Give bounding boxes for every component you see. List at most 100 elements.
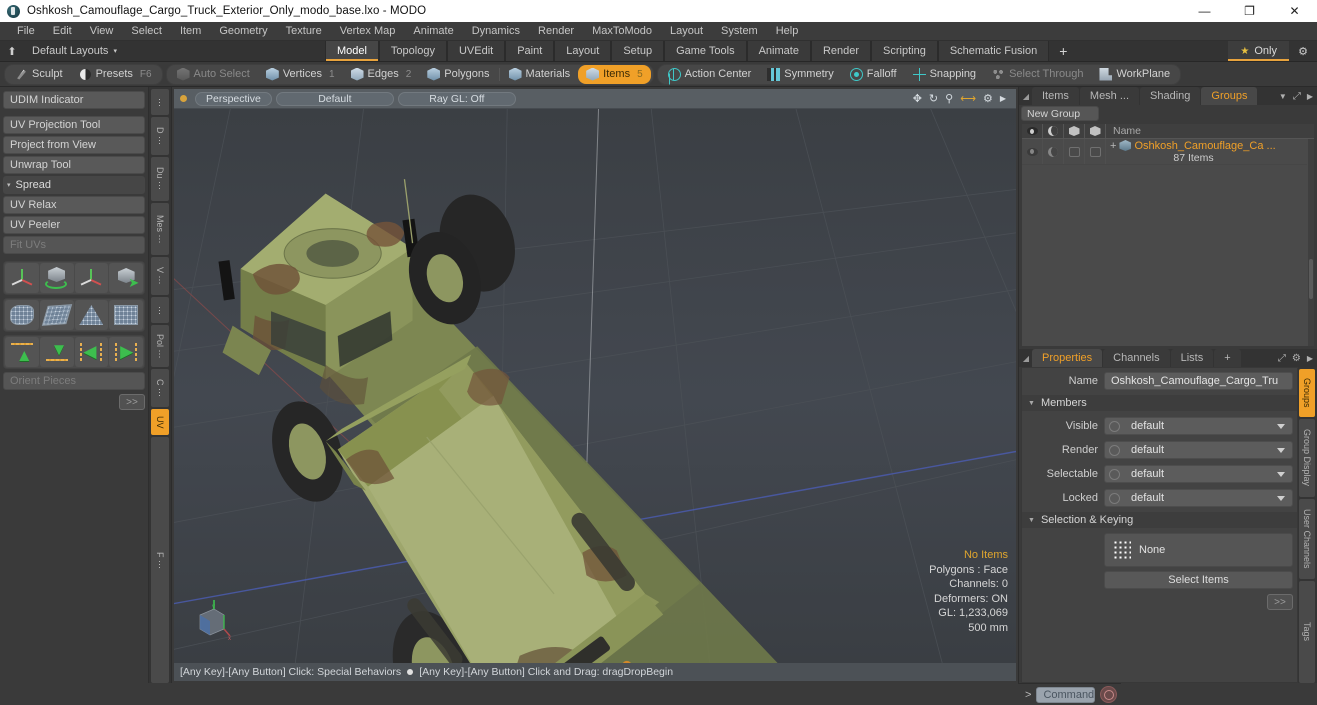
- uv-projection-tool-button[interactable]: UV Projection Tool: [3, 116, 145, 134]
- pan-icon[interactable]: ✥: [913, 92, 922, 105]
- selection-keying-section-header[interactable]: ▼ Selection & Keying: [1022, 512, 1297, 528]
- right-vtab-groups[interactable]: Groups: [1299, 369, 1315, 417]
- orient-pieces-button[interactable]: Orient Pieces: [3, 372, 145, 390]
- chevron-right-icon[interactable]: ▶: [1000, 94, 1006, 103]
- group-list-scrollbar[interactable]: [1307, 139, 1314, 346]
- menu-item-dynamics[interactable]: Dynamics: [463, 22, 529, 41]
- menu-item-animate[interactable]: Animate: [404, 22, 462, 41]
- menu-item-layout[interactable]: Layout: [661, 22, 712, 41]
- row-visible-toggle[interactable]: [1022, 139, 1043, 164]
- zoom-icon[interactable]: ⚲: [945, 92, 953, 105]
- upload-icon[interactable]: ⬆: [0, 41, 24, 61]
- tab-properties[interactable]: Properties: [1032, 349, 1103, 367]
- left-panel-expand-button[interactable]: >>: [119, 394, 145, 410]
- materials-button[interactable]: Materials: [501, 65, 579, 84]
- vertices-button[interactable]: Vertices 1: [258, 65, 343, 84]
- panel-corner-icon[interactable]: ◢: [1021, 349, 1031, 367]
- uv-align-up-icon[interactable]: ▲: [5, 337, 39, 367]
- fit-icon[interactable]: ⟷: [960, 92, 976, 105]
- presets-button[interactable]: Presets F6: [71, 65, 160, 84]
- layout-tab-scripting[interactable]: Scripting: [871, 41, 938, 61]
- menu-item-select[interactable]: Select: [122, 22, 171, 41]
- snapping-button[interactable]: Snapping: [905, 65, 985, 84]
- uv-peeler-button[interactable]: UV Peeler: [3, 216, 145, 234]
- uv-move-icon[interactable]: [74, 263, 109, 293]
- fit-uvs-button[interactable]: Fit UVs: [3, 236, 145, 254]
- tab-shading[interactable]: Shading: [1140, 87, 1201, 105]
- row-wireframe-toggle[interactable]: [1064, 139, 1085, 164]
- action-center-button[interactable]: Action Center: [660, 65, 760, 84]
- menu-item-help[interactable]: Help: [767, 22, 808, 41]
- tab-mesh[interactable]: Mesh ...: [1079, 87, 1140, 105]
- uv-transform-icon[interactable]: [5, 263, 39, 293]
- view-mode-dropdown[interactable]: Perspective: [195, 91, 272, 106]
- tab-channels[interactable]: Channels: [1103, 349, 1170, 367]
- add-layout-button[interactable]: +: [1049, 41, 1077, 61]
- selection-none-field[interactable]: None: [1104, 533, 1293, 567]
- left-vtab-mesh[interactable]: Mes ⋯: [151, 203, 169, 255]
- uv-align-down-icon[interactable]: ▼: [39, 337, 74, 367]
- polygons-button[interactable]: Polygons: [419, 65, 497, 84]
- chevron-right-icon[interactable]: ▶: [1307, 92, 1313, 101]
- right-vtab-tags[interactable]: Tags: [1299, 581, 1315, 683]
- menu-item-texture[interactable]: Texture: [277, 22, 331, 41]
- left-vtab-curve[interactable]: C ⋯: [151, 369, 169, 407]
- right-vtab-group-display[interactable]: Group Display: [1299, 419, 1315, 497]
- spread-section-header[interactable]: ▾ Spread: [3, 176, 145, 194]
- right-vtab-user-channels[interactable]: User Channels: [1299, 499, 1315, 579]
- layout-tab-schematic-fusion[interactable]: Schematic Fusion: [937, 41, 1050, 61]
- panel-corner-icon[interactable]: ◢: [1021, 87, 1031, 105]
- uv-align-left-icon[interactable]: ◀: [74, 337, 109, 367]
- locked-dropdown[interactable]: default: [1104, 489, 1293, 507]
- layout-tab-uvedit[interactable]: UVEdit: [446, 41, 506, 61]
- edges-button[interactable]: Edges 2: [343, 65, 420, 84]
- uv-flip-icon[interactable]: ➤: [109, 263, 143, 293]
- shading-mode-dropdown[interactable]: Default: [275, 91, 394, 106]
- left-vtab-deform[interactable]: D ⋯: [151, 117, 169, 155]
- uv-relax-mesh-icon[interactable]: [5, 300, 39, 330]
- raygl-toggle[interactable]: Ray GL: Off: [397, 91, 516, 106]
- 3d-viewport-canvas[interactable]: No Items Polygons : Face Channels: 0 Def…: [174, 109, 1016, 663]
- only-toggle-button[interactable]: ★ Only: [1228, 41, 1289, 61]
- items-button[interactable]: Items 5: [578, 64, 651, 84]
- tab-add-properties[interactable]: +: [1214, 349, 1241, 367]
- column-visible[interactable]: [1022, 124, 1043, 138]
- tab-groups[interactable]: Groups: [1201, 87, 1258, 105]
- members-section-header[interactable]: ▼ Members: [1022, 395, 1297, 411]
- workplane-button[interactable]: WorkPlane: [1091, 65, 1178, 84]
- selectable-dropdown[interactable]: default: [1104, 465, 1293, 483]
- uv-align-right-icon[interactable]: ▶: [109, 337, 143, 367]
- left-vtab-duplicate[interactable]: Du ⋯: [151, 157, 169, 201]
- menu-item-geometry[interactable]: Geometry: [210, 22, 276, 41]
- layout-tab-model[interactable]: Model: [324, 41, 379, 61]
- left-vtab-polygon[interactable]: Pol ⋯: [151, 325, 169, 367]
- unwrap-tool-button[interactable]: Unwrap Tool: [3, 156, 145, 174]
- close-button[interactable]: ✕: [1272, 0, 1317, 22]
- uv-relax-button[interactable]: UV Relax: [3, 196, 145, 214]
- command-input[interactable]: Command: [1036, 686, 1096, 703]
- menu-item-maxtomodo[interactable]: MaxToModo: [583, 22, 661, 41]
- layout-tab-layout[interactable]: Layout: [554, 41, 612, 61]
- tab-items[interactable]: Items: [1032, 87, 1079, 105]
- left-vtab-0[interactable]: ⋯: [151, 89, 169, 115]
- select-items-button[interactable]: Select Items: [1104, 571, 1293, 589]
- properties-expand-button[interactable]: >>: [1267, 594, 1293, 610]
- layout-tab-render[interactable]: Render: [810, 41, 872, 61]
- project-from-view-button[interactable]: Project from View: [3, 136, 145, 154]
- rotate-icon[interactable]: ↻: [929, 92, 938, 105]
- new-group-button[interactable]: New Group: [1021, 106, 1099, 121]
- left-vtab-f[interactable]: F ⋯: [151, 437, 169, 683]
- left-vtab-vertex[interactable]: V ⋯: [151, 257, 169, 295]
- name-input[interactable]: Oshkosh_Camouflage_Cargo_Tru: [1104, 372, 1293, 390]
- tab-lists[interactable]: Lists: [1170, 349, 1214, 367]
- menu-item-render[interactable]: Render: [529, 22, 583, 41]
- layout-tab-game-tools[interactable]: Game Tools: [664, 41, 747, 61]
- viewport-menu-dot-icon[interactable]: [180, 95, 187, 102]
- menu-item-file[interactable]: File: [8, 22, 44, 41]
- default-layouts-dropdown[interactable]: Default Layouts ▾: [24, 41, 125, 61]
- sculpt-button[interactable]: Sculpt: [7, 65, 71, 84]
- visible-dropdown[interactable]: default: [1104, 417, 1293, 435]
- menu-item-item[interactable]: Item: [171, 22, 210, 41]
- group-item[interactable]: + Oshkosh_Camouflage_Ca ... 87 Items: [1106, 139, 1307, 164]
- menu-item-vertex-map[interactable]: Vertex Map: [331, 22, 405, 41]
